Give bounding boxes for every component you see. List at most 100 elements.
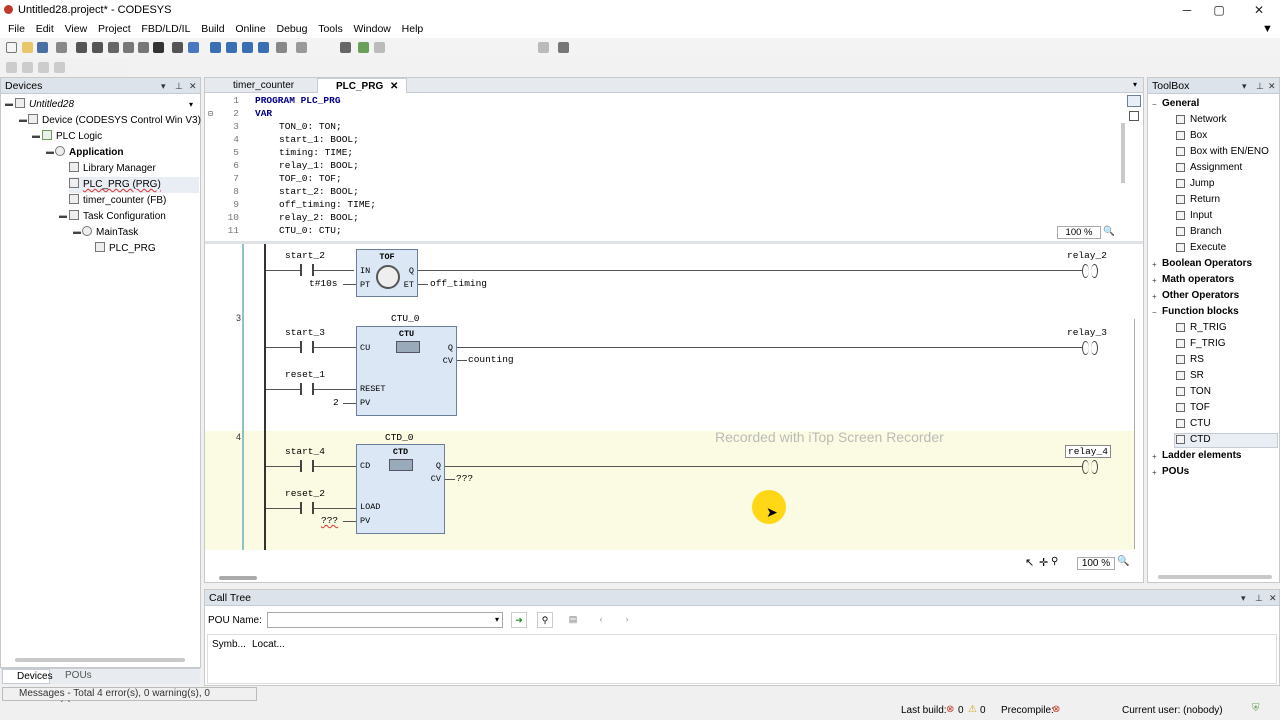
menu-debug[interactable]: Debug	[276, 20, 307, 38]
fb-tof[interactable]: TOF IN PT Q ET	[356, 249, 418, 297]
contact-start-4[interactable]	[300, 460, 314, 472]
go-icon[interactable]: ➜	[511, 612, 527, 628]
bottom-tab-devices[interactable]: Devices	[2, 669, 53, 684]
filter-icon[interactable]: ▼	[1262, 23, 1273, 35]
horizontal-scrollbar[interactable]	[15, 658, 185, 662]
tree-item-maintask[interactable]: MainTask	[82, 225, 138, 241]
new-icon[interactable]	[6, 42, 17, 53]
pt-value[interactable]: t#10s	[309, 278, 338, 289]
toolbox-category-ladder[interactable]: Ladder elements	[1162, 450, 1241, 461]
ladder-zoom-level[interactable]: 100 %	[1077, 557, 1115, 570]
toolbox-item-f-trig[interactable]: F_TRIG	[1176, 338, 1226, 349]
menu-fbd-ld-il[interactable]: FBD/LD/IL	[141, 20, 190, 38]
toolbox-item-sr[interactable]: SR	[1176, 370, 1204, 381]
next-icon[interactable]: ›	[619, 612, 635, 628]
tree-item-application[interactable]: Application	[55, 145, 123, 161]
fold-icon[interactable]: ⊟	[208, 109, 213, 119]
tree-item-timer-counter[interactable]: timer_counter (FB)	[69, 193, 166, 209]
insert-box-icon[interactable]	[38, 62, 49, 73]
decl-scrollbar[interactable]	[1121, 123, 1125, 183]
panel-dropdown-icon[interactable]: ▾	[1241, 590, 1246, 606]
coil-label[interactable]: relay_4	[1065, 445, 1111, 458]
shield-icon[interactable]: ⛨	[1252, 703, 1260, 714]
panel-close-icon[interactable]: ✕	[189, 78, 197, 94]
pv-value[interactable]: ???	[321, 515, 338, 526]
toolbox-category-math[interactable]: Math operators	[1162, 274, 1234, 285]
prev-icon[interactable]: ‹	[593, 612, 609, 628]
tree-item-plc-prg[interactable]: PLC_PRG (PRG)	[69, 177, 199, 193]
replace-icon[interactable]	[188, 42, 199, 53]
declaration-editor[interactable]: ⊟ 1 PROGRAM PLC_PRG 2 VAR 3 TON_0: TON; …	[205, 93, 1143, 241]
menu-file[interactable]: File	[8, 20, 25, 38]
rebuild-icon[interactable]	[226, 42, 237, 53]
layout-icon[interactable]	[296, 42, 307, 53]
coil-relay-2[interactable]	[1082, 264, 1098, 278]
menu-project[interactable]: Project	[98, 20, 131, 38]
decl-zoom-level[interactable]: 100 %	[1057, 226, 1101, 239]
paste-icon[interactable]	[138, 42, 149, 53]
toolbox-category-function-blocks[interactable]: Function blocks	[1162, 306, 1239, 317]
fb-ctu[interactable]: CTU CU RESET PV Q CV	[356, 326, 457, 416]
panel-close-icon[interactable]: ✕	[1269, 590, 1277, 606]
et-output[interactable]: off_timing	[430, 278, 487, 289]
toolbox-item-ton[interactable]: TON	[1176, 386, 1211, 397]
tab-close-icon[interactable]: ✕	[390, 81, 398, 92]
menu-window[interactable]: Window	[354, 20, 391, 38]
contact-start-2[interactable]	[300, 264, 314, 276]
pv-value[interactable]: 2	[333, 397, 339, 408]
toolbox-item-assignment[interactable]: Assignment	[1176, 162, 1242, 173]
contact-reset-1[interactable]	[300, 383, 314, 395]
toolbox-item-return[interactable]: Return	[1176, 194, 1220, 205]
find-icon[interactable]	[172, 42, 183, 53]
clean-icon[interactable]	[258, 42, 269, 53]
insert-coil-icon[interactable]	[22, 62, 33, 73]
panel-dropdown-icon[interactable]: ▾	[161, 78, 166, 94]
pin-icon[interactable]: ⊥	[175, 78, 183, 94]
toolbox-item-box-en-eno[interactable]: Box with EN/ENO	[1176, 146, 1269, 157]
toolbox-item-rs[interactable]: RS	[1176, 354, 1204, 365]
toolbox-item-input[interactable]: Input	[1176, 210, 1212, 221]
pin-icon[interactable]: ⊥	[1255, 590, 1263, 606]
contact-start-3[interactable]	[300, 341, 314, 353]
tree-item-project[interactable]: Untitled28	[15, 97, 74, 113]
build-icon[interactable]	[210, 42, 221, 53]
cv-output[interactable]: ???	[456, 473, 473, 484]
save-icon[interactable]	[37, 42, 48, 53]
toolbox-scrollbar[interactable]	[1158, 575, 1272, 579]
settings-icon[interactable]	[558, 42, 569, 53]
redo-icon[interactable]	[92, 42, 103, 53]
maximize-button[interactable]: ▢	[1204, 2, 1234, 18]
pointer-tool-icon[interactable]: ↖	[1025, 556, 1034, 569]
toolbox-category-boolean[interactable]: Boolean Operators	[1162, 258, 1252, 269]
tab-list-icon[interactable]: ▾	[1133, 80, 1137, 89]
tab-plc-prg[interactable]: PLC_PRG ✕	[317, 78, 408, 93]
toolbox-item-branch[interactable]: Branch	[1176, 226, 1222, 237]
menu-tools[interactable]: Tools	[318, 20, 343, 38]
insert-branch-icon[interactable]	[54, 62, 65, 73]
close-button[interactable]: ✕	[1244, 2, 1274, 18]
toolbox-item-box[interactable]: Box	[1176, 130, 1207, 141]
toolbox-item-jump[interactable]: Jump	[1176, 178, 1214, 189]
pan-tool-icon[interactable]: ✛	[1039, 556, 1048, 569]
tree-item-device[interactable]: Device (CODESYS Control Win V3)	[28, 113, 201, 129]
toolbox-category-pous[interactable]: POUs	[1162, 466, 1189, 477]
toolbox-item-execute[interactable]: Execute	[1176, 242, 1226, 253]
toolbox-category-other[interactable]: Other Operators	[1162, 290, 1239, 301]
tab-timer-counter[interactable]: timer_counter	[215, 78, 302, 93]
column-header-location[interactable]: Locat...	[252, 639, 285, 650]
fb-instance-name[interactable]: CTU_0	[391, 313, 420, 324]
run-icon[interactable]	[358, 42, 369, 53]
network-icon[interactable]	[340, 42, 351, 53]
ladder-editor[interactable]: start_2 TOF IN PT Q ET t#10s off_timing …	[205, 244, 1135, 574]
zoom-icon[interactable]: 🔍	[1103, 226, 1115, 237]
toolbox-item-ctu[interactable]: CTU	[1176, 418, 1211, 429]
menu-help[interactable]: Help	[402, 20, 424, 38]
tree-item-plc-logic[interactable]: PLC Logic	[42, 129, 102, 145]
tree-item-library-manager[interactable]: Library Manager	[69, 161, 156, 177]
minimize-button[interactable]: ─	[1172, 2, 1202, 18]
menu-build[interactable]: Build	[201, 20, 224, 38]
menu-edit[interactable]: Edit	[36, 20, 54, 38]
contact-reset-2[interactable]	[300, 502, 314, 514]
toolbox-category-general[interactable]: General	[1162, 98, 1199, 109]
panel-dropdown-icon[interactable]: ▾	[1242, 78, 1247, 94]
